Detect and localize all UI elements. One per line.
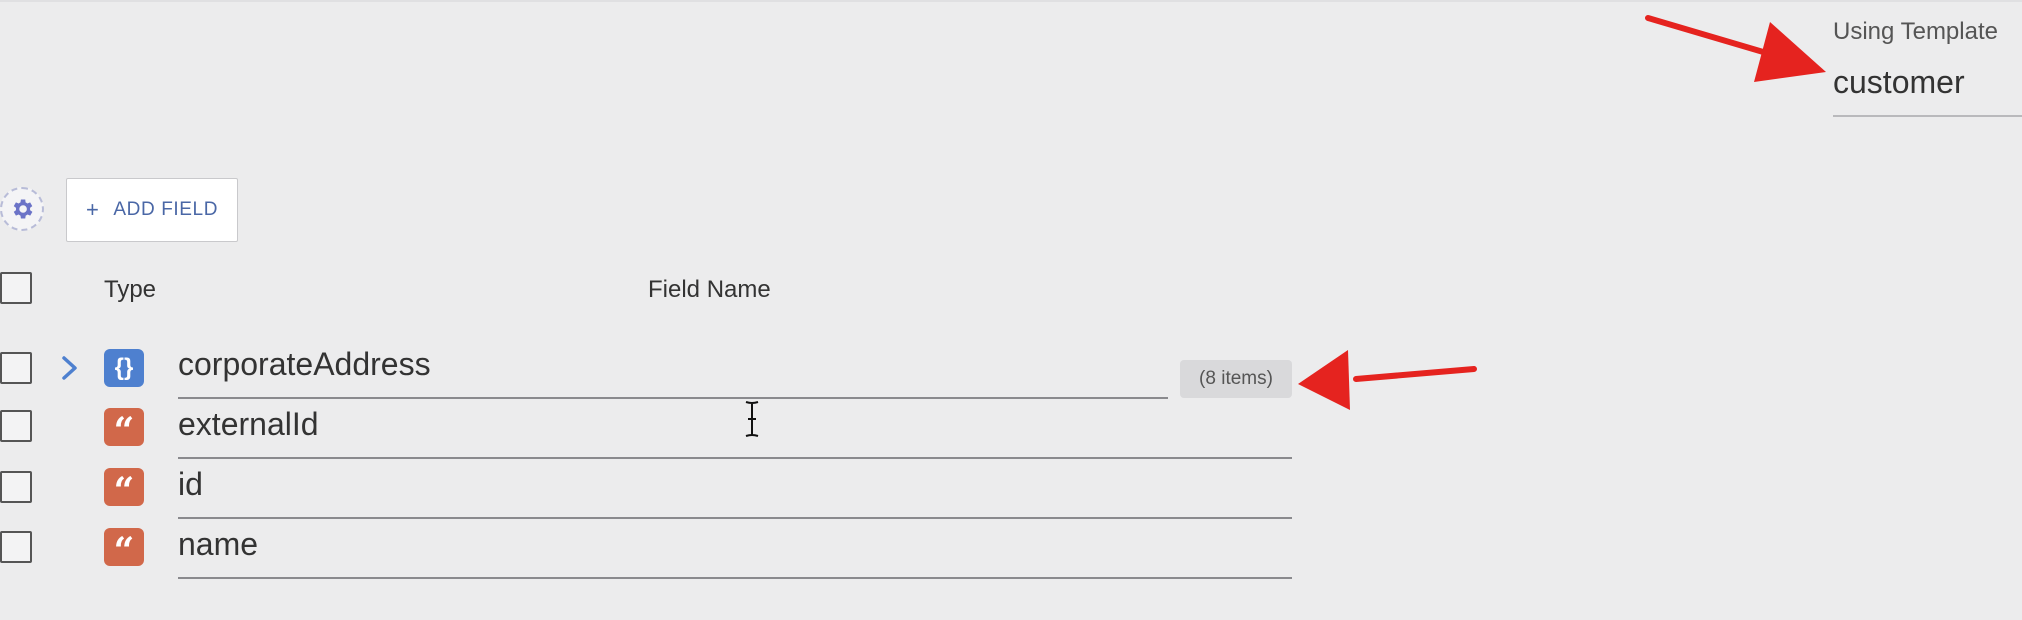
row-checkbox[interactable] — [0, 352, 32, 384]
annotation-arrow-icon — [1298, 350, 1477, 410]
field-underline — [178, 457, 1292, 459]
text-cursor-icon — [745, 401, 759, 437]
quote-icon: “ — [104, 528, 144, 569]
quote-icon: “ — [104, 468, 144, 509]
settings-button[interactable] — [0, 187, 44, 231]
template-select-underline — [1833, 115, 2022, 117]
template-select[interactable]: customer — [1833, 64, 1965, 101]
quote-icon: “ — [104, 408, 144, 449]
add-field-label: ADD FIELD — [113, 199, 219, 220]
field-underline — [178, 577, 1292, 579]
annotation-arrow-icon — [1645, 15, 1826, 82]
field-name-input[interactable]: id — [178, 466, 203, 503]
row-checkbox[interactable] — [0, 410, 32, 442]
gear-icon — [13, 199, 33, 219]
column-header-field-name: Field Name — [648, 276, 771, 303]
field-underline — [178, 397, 1168, 399]
chevron-right-icon[interactable] — [58, 353, 82, 383]
top-border — [0, 0, 2022, 2]
row-checkbox[interactable] — [0, 471, 32, 503]
curly-braces-icon: {} — [104, 349, 144, 387]
field-underline — [178, 517, 1292, 519]
template-label: Using Template — [1833, 18, 1998, 45]
add-field-button[interactable]: + ADD FIELD — [66, 178, 238, 242]
column-header-type: Type — [104, 276, 157, 303]
select-all-checkbox[interactable] — [0, 272, 32, 304]
field-name-input[interactable]: corporateAddress — [178, 346, 431, 383]
plus-icon: + — [85, 197, 100, 222]
field-name-input[interactable]: name — [178, 526, 258, 563]
field-name-input[interactable]: externalId — [178, 406, 319, 443]
row-checkbox[interactable] — [0, 531, 32, 563]
items-count-badge: (8 items) — [1180, 360, 1292, 398]
